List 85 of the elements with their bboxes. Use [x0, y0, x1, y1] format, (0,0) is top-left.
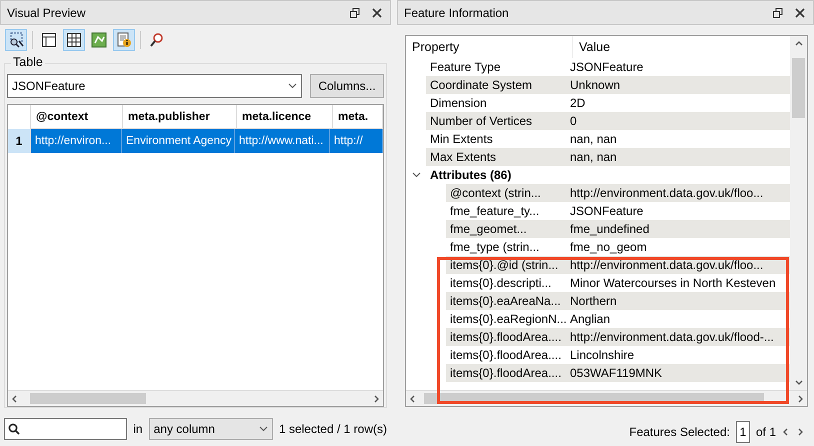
table-cell: Environment Agency — [122, 129, 235, 153]
group-label: Table — [11, 55, 45, 69]
attribute-name: items{0}.descripti... — [449, 276, 552, 290]
property-name: Min Extents — [429, 132, 494, 146]
attribute-value: Minor Watercourses in North Kesteven — [570, 276, 777, 290]
in-label: in — [133, 422, 143, 436]
attribute-name: items{0}.eaAreaNa... — [449, 294, 562, 308]
previous-icon[interactable] — [782, 428, 790, 436]
toolbar-button[interactable] — [5, 29, 27, 51]
attribute-value: http://environment.data.gov.uk/floo... — [570, 186, 764, 200]
column-header[interactable]: Value — [573, 36, 790, 58]
graphics-view-icon — [91, 32, 107, 48]
toolbar-button[interactable] — [63, 29, 85, 51]
scroll-right-icon[interactable] — [372, 394, 380, 402]
zoom-select-icon — [8, 32, 24, 48]
property-value: nan, nan — [570, 132, 618, 146]
features-selected-label: Features Selected: — [629, 425, 730, 439]
property-name: Coordinate System — [429, 78, 534, 92]
chevron-down-icon — [288, 83, 297, 89]
property-name: Max Extents — [429, 150, 498, 164]
attribute-name: items{0}.eaRegionN... — [449, 312, 568, 326]
attribute-name: items{0}.@id (strin... — [449, 258, 560, 272]
attribute-value: Northern — [570, 294, 618, 308]
property-name: Feature Type — [429, 60, 502, 74]
search-icon — [8, 423, 20, 435]
vertical-scrollbar[interactable] — [790, 36, 807, 390]
property-value: Unknown — [570, 78, 622, 92]
attribute-value: Anglian — [570, 312, 612, 326]
inspect-icon — [149, 32, 165, 48]
property-value: JSONFeature — [570, 60, 644, 74]
property-value: nan, nan — [570, 150, 618, 164]
toolbar-button[interactable] — [113, 29, 135, 51]
attribute-value: http://environment.data.gov.uk/flood-... — [570, 330, 775, 344]
next-icon[interactable] — [796, 428, 804, 436]
attributes-group[interactable]: Attributes (86) — [426, 168, 570, 182]
table-cell: http:// — [330, 129, 383, 153]
panel-title: Visual Preview — [7, 6, 86, 20]
scroll-right-icon[interactable] — [796, 394, 804, 402]
search-field[interactable] — [4, 418, 128, 440]
table-icon — [66, 32, 82, 48]
attribute-name: items{0}.floodArea.... — [449, 366, 562, 380]
property-value: 2D — [570, 96, 586, 110]
scroll-thumb[interactable] — [792, 58, 805, 118]
float-icon — [773, 8, 783, 18]
property-name: Dimension — [429, 96, 488, 110]
attribute-value: fme_no_geom — [570, 240, 648, 254]
float-button[interactable] — [771, 6, 785, 20]
scroll-left-icon[interactable] — [409, 394, 417, 402]
attribute-value: fme_undefined — [570, 222, 650, 236]
scroll-up-icon[interactable] — [794, 40, 802, 48]
close-icon — [795, 8, 805, 18]
attribute-value: 053WAF119MNK — [570, 366, 664, 380]
close-button[interactable] — [793, 6, 807, 20]
page-total: of 1 — [756, 425, 776, 439]
attribute-name: fme_feature_ty... — [449, 204, 540, 218]
horizontal-scrollbar[interactable] — [8, 390, 383, 406]
table-cell: http://environ... — [31, 129, 122, 153]
chevron-down-icon — [258, 426, 268, 432]
attribute-name: items{0}.floodArea.... — [449, 330, 562, 344]
close-icon — [372, 8, 382, 18]
row-number[interactable]: 1 — [8, 129, 31, 153]
float-button[interactable] — [348, 6, 362, 20]
attribute-name: @context (strin... — [449, 186, 542, 200]
columns-button[interactable]: Columns... — [310, 74, 384, 98]
attribute-name: items{0}.floodArea.... — [449, 348, 562, 362]
attribute-name: fme_geomet... — [449, 222, 528, 236]
attribute-value: JSONFeature — [570, 204, 644, 218]
panel-title: Feature Information — [404, 6, 510, 20]
panel-layout-icon — [41, 32, 57, 48]
attribute-name: fme_type (strin... — [449, 240, 540, 254]
close-button[interactable] — [370, 6, 384, 20]
page-field[interactable]: 1 — [736, 421, 750, 443]
float-icon — [350, 8, 360, 18]
feature-type-dropdown[interactable]: JSONFeature — [7, 74, 302, 98]
attribute-value: Lincolnshire — [570, 348, 636, 362]
selection-status: 1 selected / 1 row(s) — [278, 422, 387, 436]
scroll-down-icon[interactable] — [794, 378, 802, 386]
attribute-value: http://environment.data.gov.uk/floo... — [570, 258, 764, 272]
chevron-icon — [412, 172, 420, 178]
info-panel-icon — [116, 32, 132, 48]
column-filter-dropdown[interactable]: any column — [148, 418, 273, 440]
table-cell: http://www.nati... — [235, 129, 330, 153]
property-name: Number of Vertices — [429, 114, 534, 128]
scroll-left-icon[interactable] — [11, 394, 19, 402]
property-value: 0 — [570, 114, 578, 128]
